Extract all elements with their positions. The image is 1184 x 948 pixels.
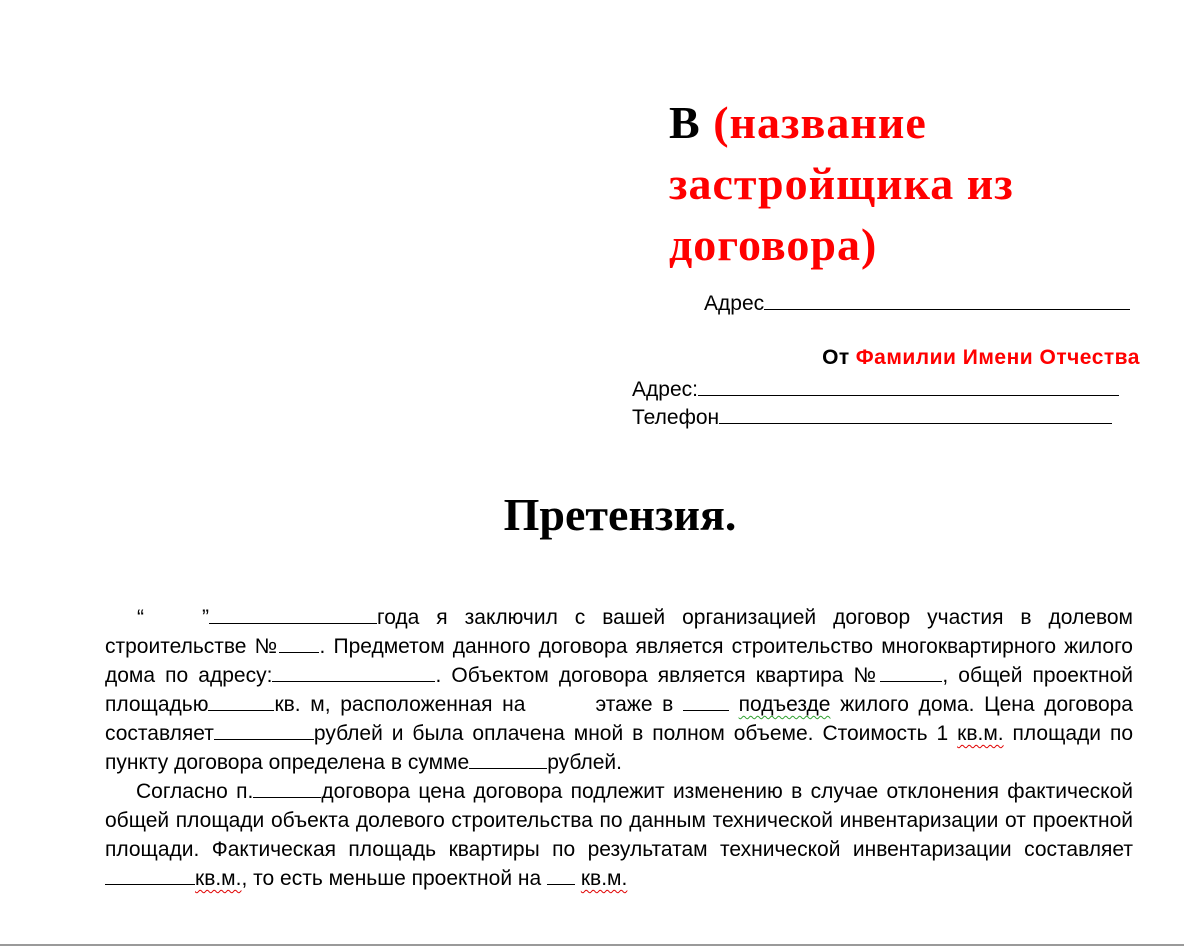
document-body: “” года я заключил с вашей организацией д… [105, 603, 1133, 893]
difference-blank[interactable] [547, 864, 576, 885]
text-segment: рублей. [547, 751, 622, 774]
clause-number-blank[interactable] [253, 777, 322, 798]
sender-phone-label: Телефон [632, 406, 720, 429]
page-bottom-edge [0, 944, 1184, 946]
recipient-address-label: Адрес [704, 292, 765, 315]
sender-phone-line: Телефон [632, 404, 1113, 432]
paragraph-2: Согласно п. договора цена договора подлеж… [105, 777, 1133, 893]
sender-address-label: Адрес: [632, 378, 698, 401]
text-segment: . Объектом договора является квартира № [435, 664, 881, 687]
building-address-blank[interactable] [272, 661, 436, 682]
sender-name-placeholder: Фамилии Имени Отчества [855, 346, 1140, 369]
text-segment-sqm: кв.м. [195, 867, 242, 890]
paragraph-1: “” года я заключил с вашей организацией д… [105, 603, 1133, 777]
recipient-address-blank[interactable] [764, 291, 1131, 310]
sender-from-line: От Фамилии Имени Отчества [822, 346, 1140, 370]
text-segment-sqm: кв.м. [957, 722, 1004, 745]
area-blank[interactable] [208, 690, 275, 711]
text-segment-sqm: кв.м. [580, 867, 628, 890]
recipient-placeholder: (название застройщика из договора) [669, 97, 1014, 270]
sender-address-blank[interactable] [697, 377, 1119, 396]
text-segment-entrance: подъезде [738, 693, 831, 716]
entrance-blank[interactable] [682, 690, 729, 711]
quote-open: “ [137, 606, 144, 629]
sender-address-line: Адрес: [632, 376, 1119, 404]
text-segment: этаже в [595, 693, 674, 716]
text-segment: кв. м, расположенная на [274, 693, 526, 716]
text-segment: , то есть меньше проектной на [241, 867, 548, 890]
text-segment: Согласно п. [136, 780, 254, 803]
sender-phone-blank[interactable] [719, 405, 1113, 424]
price-blank[interactable] [213, 719, 314, 740]
text-segment: рублей и была оплачена мной в полном объ… [313, 722, 958, 745]
date-blank[interactable] [209, 603, 377, 624]
recipient-address-line: Адрес [704, 290, 1131, 318]
contract-number-blank[interactable] [279, 632, 320, 653]
recipient-block: В (название застройщика из договора) [669, 92, 1149, 275]
price-per-sqm-blank[interactable] [469, 748, 548, 769]
document-title: Претензия. [503, 489, 737, 540]
actual-area-blank[interactable] [105, 864, 195, 885]
sender-from-label: От [822, 346, 850, 369]
quote-close: ” [202, 606, 209, 629]
apartment-number-blank[interactable] [880, 661, 943, 682]
recipient-prefix: В [669, 97, 701, 148]
